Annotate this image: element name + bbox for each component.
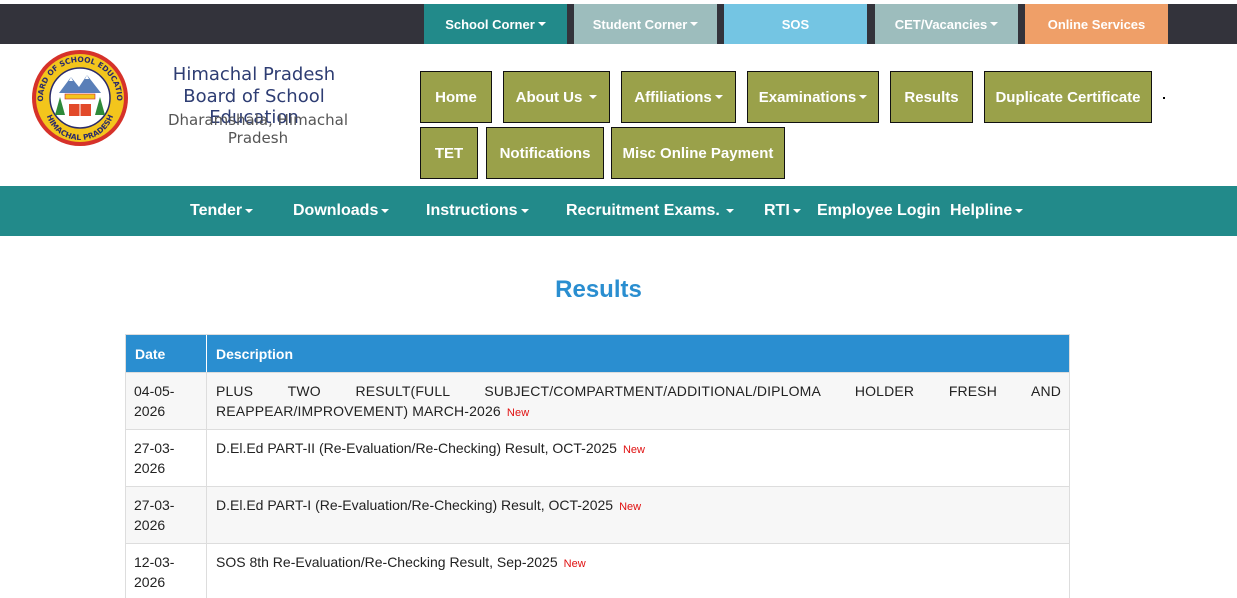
row-date-part: 27-03- [134,440,175,456]
caret-down-icon [520,209,529,213]
result-link[interactable]: D.El.Ed PART-II (Re-Evaluation/Re-Checki… [216,440,617,456]
top-nav-online-services[interactable]: Online Services [1025,4,1168,44]
secondary-nav-rti[interactable]: RTI [764,186,801,236]
nav-misc-online-payment-button[interactable]: Misc Online Payment [611,127,785,179]
caret-down-icon [859,95,868,99]
top-nav-label: School Corner [445,16,535,32]
new-badge: New [619,501,642,513]
table-row: 27-03- 2026 D.El.Ed PART-II (Re-Evaluati… [126,429,1069,486]
board-logo-icon: BOARD OF SCHOOL EDUCATION HIMACHAL PRADE… [26,42,128,146]
nav-tet-button[interactable]: TET [420,127,478,179]
table-row: 04-05- 2026 PLUS TWO RESULT(FULL SUBJECT… [126,372,1069,429]
row-date-year: 2026 [134,574,166,590]
secondary-nav-label: Instructions [426,202,518,219]
row-date: 12-03- 2026 [126,544,207,598]
new-badge: New [563,558,586,570]
new-badge: New [506,407,530,419]
nav-label: Affiliations [634,88,712,106]
row-date: 04-05- 2026 [126,373,207,429]
top-nav-label: SOS [781,16,810,32]
result-link[interactable]: PLUS TWO RESULT(FULL SUBJECT/COMPARTMENT… [216,383,1061,419]
row-description: D.El.Ed PART-I (Re-Evaluation/Re-Checkin… [207,487,1069,543]
new-badge: New [622,444,645,456]
page-title: Results [555,276,642,303]
row-date: 27-03- 2026 [126,487,207,543]
secondary-nav-tender[interactable]: Tender [190,186,254,236]
secondary-nav: Tender Downloads Instructions Recruitmen… [0,186,1237,236]
row-date-year: 2026 [134,460,166,476]
secondary-nav-instructions[interactable]: Instructions [426,186,529,236]
top-nav-label: Online Services [1047,16,1146,32]
nav-examinations-button[interactable]: Examinations [747,71,879,123]
row-date-part: 04-05- [134,383,175,399]
nav-label: Notifications [499,144,591,162]
secondary-nav-label: Employee Login [817,202,941,219]
secondary-nav-recruitment-exams[interactable]: Recruitment Exams. [566,186,734,236]
secondary-nav-label: Helpline [950,202,1013,219]
nav-notifications-button[interactable]: Notifications [486,127,604,179]
caret-down-icon [990,22,999,26]
nav-results-button[interactable]: Results [890,71,973,123]
nav-label: About Us [515,88,583,106]
nav-label: Examinations [758,88,857,106]
results-table: Date Description 04-05- 2026 PLUS TWO RE… [125,334,1070,598]
result-link[interactable]: D.El.Ed PART-I (Re-Evaluation/Re-Checkin… [216,497,613,513]
nav-label: Home [435,88,477,106]
caret-down-icon [725,209,734,213]
row-description: PLUS TWO RESULT(FULL SUBJECT/COMPARTMENT… [207,373,1069,429]
top-nav-sos[interactable]: SOS [724,4,867,44]
caret-down-icon [714,95,723,99]
top-nav-student-corner[interactable]: Student Corner [574,4,717,44]
nav-affiliations-button[interactable]: Affiliations [621,71,736,123]
caret-down-icon [381,209,390,213]
top-nav-school-corner[interactable]: School Corner [424,4,567,44]
table-header-date: Date [126,335,207,372]
row-description: D.El.Ed PART-II (Re-Evaluation/Re-Checki… [207,430,1069,486]
nav-duplicate-certificate-button[interactable]: Duplicate Certificate [984,71,1152,123]
brand-line-1: Himachal Pradesh [172,64,336,85]
row-date: 27-03- 2026 [126,430,207,486]
caret-down-icon [589,95,598,99]
table-header-row: Date Description [126,335,1069,372]
caret-down-icon [245,209,254,213]
caret-down-icon [792,209,801,213]
secondary-nav-helpline[interactable]: Helpline [950,186,1024,236]
nav-about-us-button[interactable]: About Us [503,71,610,123]
secondary-nav-label: Downloads [293,202,379,219]
stray-dot [1163,97,1165,99]
caret-down-icon [1015,209,1024,213]
table-row: 27-03- 2026 D.El.Ed PART-I (Re-Evaluatio… [126,486,1069,543]
secondary-nav-label: Recruitment Exams. [566,202,720,219]
caret-down-icon [537,22,546,26]
secondary-nav-label: Tender [190,202,243,219]
table-header-description: Description [216,345,294,362]
top-header-bar: School Corner Student Corner SOS CET/Vac… [0,0,1237,44]
top-nav-label: Student Corner [592,16,688,32]
secondary-nav-downloads[interactable]: Downloads [293,186,390,236]
secondary-nav-label: RTI [764,202,790,219]
nav-label: Misc Online Payment [622,144,774,162]
row-date-year: 2026 [134,403,166,419]
row-date-part: 12-03- [134,554,175,570]
nav-label: TET [434,144,464,162]
nav-label: Results [904,88,959,106]
row-date-part: 27-03- [134,497,175,513]
nav-home-button[interactable]: Home [420,71,492,123]
row-date-year: 2026 [134,517,166,533]
row-description: SOS 8th Re-Evaluation/Re-Checking Result… [207,544,1069,598]
board-logo[interactable]: BOARD OF SCHOOL EDUCATION HIMACHAL PRADE… [26,42,131,147]
top-nav-cet-vacancies[interactable]: CET/Vacancies [875,4,1018,44]
nav-label: Duplicate Certificate [995,88,1141,106]
caret-down-icon [690,22,699,26]
brand-line-3: Dharamshala, Himachal Pradesh [168,111,348,147]
result-link[interactable]: SOS 8th Re-Evaluation/Re-Checking Result… [216,554,558,570]
table-row: 12-03- 2026 SOS 8th Re-Evaluation/Re-Che… [126,543,1069,598]
top-nav-label: CET/Vacancies [894,16,988,32]
secondary-nav-employee-login[interactable]: Employee Login [817,186,941,236]
